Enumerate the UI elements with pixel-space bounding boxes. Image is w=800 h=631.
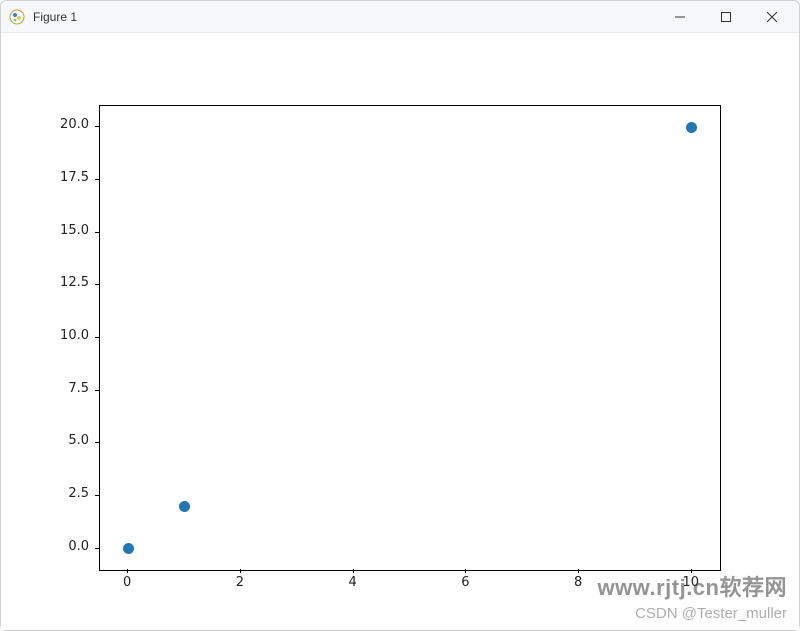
- plot-axes: [99, 105, 721, 571]
- x-tickmark: [578, 569, 579, 573]
- y-tickmark: [95, 126, 99, 127]
- y-tick-label: 2.5: [49, 486, 89, 501]
- watermark-credit: CSDN @Tester_muller: [635, 605, 787, 622]
- app-icon: [9, 9, 25, 25]
- data-point: [179, 501, 190, 512]
- x-tick-label: 2: [225, 575, 255, 590]
- x-tick-label: 6: [450, 575, 480, 590]
- x-tickmark: [691, 569, 692, 573]
- y-tick-label: 7.5: [49, 381, 89, 396]
- maximize-button[interactable]: [703, 1, 749, 33]
- y-tickmark: [95, 337, 99, 338]
- y-tickmark: [95, 442, 99, 443]
- x-tick-label: 4: [338, 575, 368, 590]
- x-tick-label: 8: [563, 575, 593, 590]
- y-tick-label: 0.0: [49, 539, 89, 554]
- y-tickmark: [95, 390, 99, 391]
- figure-canvas: www.rjtj.cn软荐网 CSDN @Tester_muller 0.02.…: [1, 33, 799, 630]
- y-tickmark: [95, 548, 99, 549]
- y-tick-label: 17.5: [49, 170, 89, 185]
- data-point: [686, 122, 697, 133]
- x-tick-label: 0: [112, 575, 142, 590]
- x-tickmark: [465, 569, 466, 573]
- data-point: [123, 543, 134, 554]
- y-tick-label: 10.0: [49, 328, 89, 343]
- x-tickmark: [127, 569, 128, 573]
- y-tickmark: [95, 232, 99, 233]
- y-tick-label: 20.0: [49, 117, 89, 132]
- y-tickmark: [95, 284, 99, 285]
- y-tickmark: [95, 179, 99, 180]
- x-tickmark: [353, 569, 354, 573]
- close-button[interactable]: [749, 1, 795, 33]
- y-tick-label: 5.0: [49, 433, 89, 448]
- minimize-button[interactable]: [657, 1, 703, 33]
- x-tickmark: [240, 569, 241, 573]
- y-tick-label: 15.0: [49, 223, 89, 238]
- x-tick-label: 10: [676, 575, 706, 590]
- window-title: Figure 1: [33, 10, 77, 24]
- y-tick-label: 12.5: [49, 275, 89, 290]
- window-titlebar: Figure 1: [1, 1, 799, 33]
- y-tickmark: [95, 495, 99, 496]
